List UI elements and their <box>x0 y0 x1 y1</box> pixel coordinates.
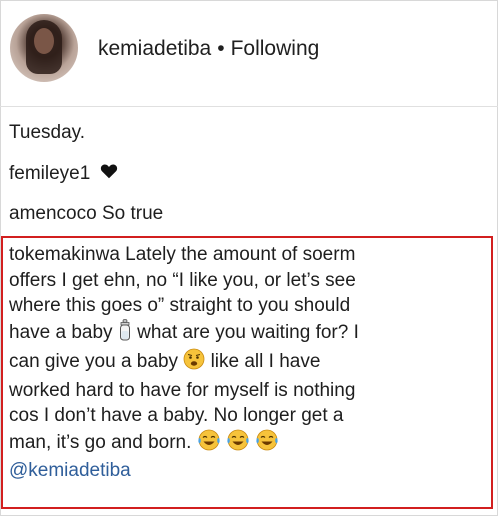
black-heart-icon <box>100 162 118 186</box>
avatar[interactable] <box>10 14 78 82</box>
header-separator: • <box>217 37 225 60</box>
worried-face-icon <box>183 348 205 378</box>
comment-username[interactable]: tokemakinwa <box>9 244 120 265</box>
header-text: kemiadetiba • Following <box>98 36 319 62</box>
header-divider <box>0 106 498 107</box>
comment-line: can give you a baby like all I have <box>9 348 489 378</box>
mention-link[interactable]: @kemiadetiba <box>9 458 489 484</box>
crying-laughing-face-icon <box>226 429 250 459</box>
comment-line: worked hard to have for myself is nothin… <box>9 379 356 401</box>
comment-username[interactable]: amencoco <box>9 203 97 224</box>
comment-line: man, it’s go and born. <box>9 429 489 459</box>
baby-bottle-icon <box>118 318 132 349</box>
comment-line: have a baby what are you waiting for? I <box>9 318 489 349</box>
comment-text: Lately the amount of soerm <box>125 244 356 265</box>
comment-line: where this goes o” straight to you shoul… <box>9 295 351 316</box>
crying-laughing-face-icon <box>255 429 279 459</box>
comment-username[interactable]: femileye1 <box>9 163 90 184</box>
post-header: kemiadetiba • Following <box>0 0 498 104</box>
highlighted-comment: tokemakinwa Lately the amount of soerm o… <box>9 242 489 484</box>
crying-laughing-face-icon <box>197 429 221 459</box>
comment-row: amencoco So true <box>9 202 163 226</box>
comment-text: Tuesday. <box>9 122 86 143</box>
comment-row: femileye1 <box>9 162 118 186</box>
comment-text: what are you waiting for? I <box>137 321 359 343</box>
comment-text: like all I have <box>210 351 321 372</box>
post-username[interactable]: kemiadetiba <box>98 37 211 60</box>
comment-line: tokemakinwa Lately the amount of soerm <box>9 242 489 268</box>
comment-line: cos I don’t have a baby. No longer get a <box>9 405 344 426</box>
comment-text: man, it’s go and born. <box>9 431 192 453</box>
following-button[interactable]: Following <box>231 37 320 60</box>
comment-line: offers I get ehn, no “I like you, or let… <box>9 269 356 291</box>
comment-text: can give you a baby <box>9 351 179 372</box>
avatar-face <box>34 28 54 54</box>
comment-text: So true <box>101 203 164 224</box>
comment-text: have a baby <box>9 321 113 343</box>
